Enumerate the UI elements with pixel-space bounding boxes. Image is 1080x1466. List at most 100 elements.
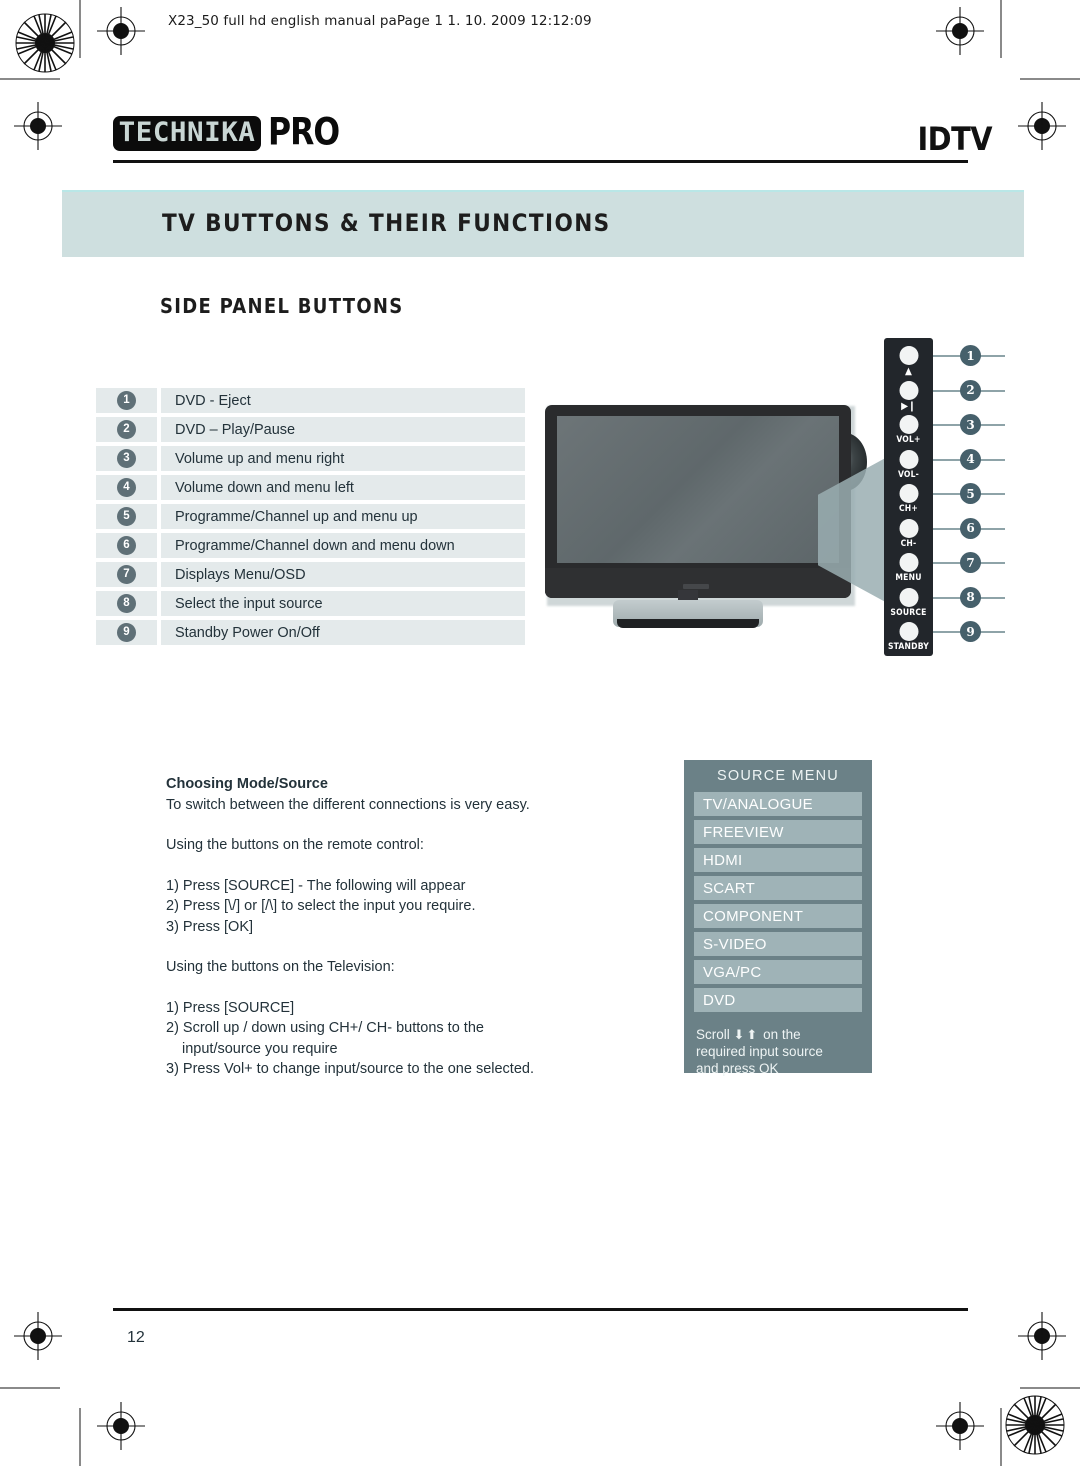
function-description: Standby Power On/Off	[161, 620, 525, 645]
rosette-mark-bottom-right	[1000, 1390, 1070, 1465]
callout-number-bubble: 9	[960, 621, 981, 642]
function-number-badge: 4	[117, 478, 136, 497]
function-number-badge: 5	[117, 507, 136, 526]
source-menu-item[interactable]: SCART	[694, 876, 862, 900]
callout-number-bubble: 2	[960, 379, 981, 401]
source-menu-footer-onthe: on the	[763, 1027, 801, 1042]
instructions-heading: Choosing Mode/Source	[166, 776, 328, 792]
registration-target-bottom-left	[12, 1310, 64, 1362]
source-menu-footer-line2: required input source	[696, 1044, 823, 1059]
function-description: Select the input source	[161, 591, 525, 616]
side-panel-button-eject[interactable]	[899, 346, 918, 365]
product-label: IDTV	[917, 120, 992, 158]
side-panel-button-play-pause[interactable]	[899, 380, 918, 400]
tv-screen	[557, 416, 839, 563]
function-number-cell: 6	[96, 533, 157, 558]
tv-brand-plate	[683, 584, 709, 589]
source-menu-footer-scroll: Scroll	[696, 1027, 730, 1042]
function-list-row: 3 Volume up and menu right	[96, 446, 525, 471]
function-description: Volume down and menu left	[161, 475, 525, 500]
crop-line-top-right-horizontal	[1020, 78, 1080, 80]
side-panel-button-menu[interactable]	[899, 553, 918, 572]
function-list-row: 8 Select the input source	[96, 591, 525, 616]
callout-number-bubble: 5	[960, 483, 981, 504]
section-title-bar: TV BUTTONS & THEIR FUNCTIONS	[62, 190, 1024, 257]
side-panel-button-channel-down[interactable]	[899, 518, 918, 538]
callout-number-bubble: 6	[960, 517, 981, 539]
registration-target-bottom-inner-left	[95, 1400, 147, 1452]
page-number: 12	[127, 1329, 145, 1346]
crop-line-bottom-left-vertical	[79, 1408, 81, 1466]
callout-number-bubble: 8	[960, 586, 981, 608]
function-description: Programme/Channel down and menu down	[161, 533, 525, 558]
tv-stand-base-shadow	[617, 619, 759, 628]
callout-number-bubble: 3	[960, 414, 981, 435]
source-menu-item[interactable]: VGA/PC	[694, 960, 862, 984]
source-menu-item[interactable]: COMPONENT	[694, 904, 862, 928]
side-panel-label-volume-down: VOL-	[897, 469, 920, 480]
function-number-badge: 3	[117, 449, 136, 468]
registration-target-bottom-inner-right	[934, 1400, 986, 1452]
source-menu-item[interactable]: FREEVIEW	[694, 820, 862, 844]
side-panel-button-channel-up[interactable]	[899, 484, 918, 503]
remote-step-1: 1) Press [SOURCE] - The following will a…	[166, 877, 466, 894]
remote-step-3: 3) Press [OK]	[166, 918, 254, 935]
page-title: TV BUTTONS & THEIR FUNCTIONS	[162, 209, 611, 237]
section-subtitle: SIDE PANEL BUTTONS	[160, 294, 404, 318]
remote-step-2: 2) Press [\/] or [/\] to select the inpu…	[166, 898, 476, 914]
tv-step-2-cont: input/source you require	[182, 1040, 338, 1057]
instructions-intro: To switch between the different connecti…	[166, 796, 530, 813]
registration-target-top-right	[1016, 100, 1068, 152]
function-list: 1 DVD - Eject 2 DVD – Play/Pause 3 Volume up …	[96, 388, 525, 649]
source-menu-item[interactable]: TV/ANALOGUE	[694, 792, 862, 816]
callout-number-bubble: 7	[960, 552, 981, 573]
function-number-cell: 3	[96, 446, 157, 471]
function-number-cell: 7	[96, 562, 157, 587]
side-panel-button-standby[interactable]	[899, 622, 918, 641]
function-number-cell: 1	[96, 388, 157, 413]
crop-line-top-right-vertical	[1000, 0, 1002, 58]
crop-line-top-left-horizontal	[0, 78, 60, 80]
function-number-cell: 5	[96, 504, 157, 529]
side-panel-diagram: ▲ ▶❙ VOL+ VOL- CH+ CH- MENU SOURCE STANDBY	[884, 338, 933, 656]
side-panel-label-channel-down: CH-	[900, 538, 917, 549]
file-stamp-text: X23_50 full hd english manual paPage 1 1…	[168, 13, 592, 29]
side-panel-label-volume-up: VOL+	[896, 435, 921, 445]
tv-step-3: 3) Press Vol+ to change input/source to …	[166, 1061, 534, 1077]
function-description: Displays Menu/OSD	[161, 562, 525, 587]
scroll-arrows-icon: ⬇⬆	[733, 1027, 760, 1042]
registration-target-top-inner-left	[95, 5, 147, 57]
function-number-badge: 1	[117, 391, 136, 410]
source-menu-title: SOURCE MENU	[717, 768, 839, 784]
side-panel-button-volume-down[interactable]	[899, 449, 918, 469]
crop-line-bottom-left-horizontal	[0, 1387, 60, 1389]
side-panel-button-source[interactable]	[899, 587, 918, 607]
source-menu-item[interactable]: HDMI	[694, 848, 862, 872]
side-panel-label-play-pause: ▶❙	[901, 400, 916, 412]
function-description: Programme/Channel up and menu up	[161, 504, 525, 529]
tv-step-2: 2) Scroll up / down using CH+/ CH- butto…	[166, 1020, 484, 1036]
function-list-row: 7 Displays Menu/OSD	[96, 562, 525, 587]
brand-name-text: TECHNIKA	[118, 117, 256, 148]
side-panel-button-volume-up[interactable]	[899, 415, 918, 434]
function-description: Volume up and menu right	[161, 446, 525, 471]
side-panel-label-channel-up: CH+	[898, 504, 919, 514]
callout-number-bubble: 1	[960, 345, 981, 366]
function-number-badge: 2	[117, 420, 136, 439]
function-number-badge: 9	[117, 623, 136, 642]
crop-line-bottom-right-horizontal	[1020, 1387, 1080, 1389]
source-menu-footer: Scroll ⬇⬆ on the required input source a…	[696, 1026, 864, 1077]
instructions-block: Choosing Mode/Source To switch between t…	[166, 774, 586, 1080]
source-menu-item[interactable]: S-VIDEO	[694, 932, 862, 956]
source-menu-item[interactable]: DVD	[694, 988, 862, 1012]
callout-number-bubble: 4	[960, 448, 981, 470]
source-menu-items: TV/ANALOGUE FREEVIEW HDMI SCART COMPONENT S-V…	[694, 792, 862, 1016]
tv-step-1: 1) Press [SOURCE]	[166, 999, 295, 1016]
tv-heading: Using the buttons on the Television:	[166, 959, 395, 975]
registration-target-top-inner-right	[934, 5, 986, 57]
function-list-row: 1 DVD - Eject	[96, 388, 525, 413]
